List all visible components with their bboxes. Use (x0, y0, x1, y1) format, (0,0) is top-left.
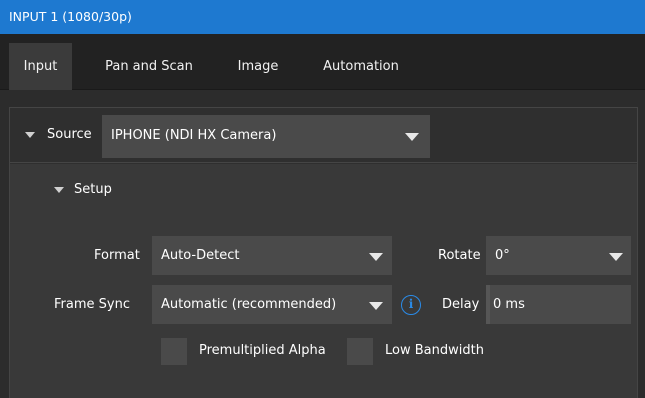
frame-sync-dropdown[interactable]: Automatic (recommended) (152, 285, 392, 324)
premultiplied-alpha-label: Premultiplied Alpha (199, 343, 326, 358)
format-label: Format (94, 248, 140, 263)
tab-bar: Input Pan and Scan Image Automation (0, 34, 645, 90)
format-value: Auto-Detect (161, 248, 240, 263)
tab-image[interactable]: Image (222, 43, 294, 90)
source-value: IPHONE (NDI HX Camera) (111, 128, 277, 143)
delay-input[interactable]: 0 ms (486, 285, 631, 324)
format-dropdown[interactable]: Auto-Detect (152, 236, 392, 275)
tab-automation[interactable]: Automation (306, 43, 416, 90)
input-config-window: INPUT 1 (1080/30p) Input Pan and Scan Im… (0, 0, 645, 398)
collapse-triangle-icon[interactable] (25, 132, 35, 138)
delay-value: 0 ms (493, 297, 525, 312)
delay-label: Delay (442, 297, 480, 312)
setup-label: Setup (74, 182, 112, 197)
chevron-down-icon (369, 302, 383, 310)
chevron-down-icon (405, 133, 419, 141)
chevron-down-icon (369, 253, 383, 261)
premultiplied-alpha-checkbox[interactable] (161, 338, 187, 365)
window-title: INPUT 1 (1080/30p) (0, 0, 645, 34)
low-bandwidth-checkbox[interactable] (347, 338, 373, 365)
rotate-label: Rotate (438, 248, 481, 263)
source-label: Source (47, 127, 92, 142)
input-panel: Source IPHONE (NDI HX Camera) Setup Form… (9, 107, 638, 398)
low-bandwidth-label: Low Bandwidth (385, 343, 484, 358)
source-dropdown[interactable]: IPHONE (NDI HX Camera) (102, 115, 430, 158)
collapse-triangle-icon[interactable] (54, 187, 64, 193)
tab-pan-and-scan[interactable]: Pan and Scan (88, 43, 210, 90)
rotate-value: 0° (495, 248, 510, 263)
info-icon[interactable]: i (401, 295, 421, 315)
tab-input[interactable]: Input (9, 43, 72, 90)
rotate-dropdown[interactable]: 0° (486, 236, 631, 275)
setup-section: Setup Format Auto-Detect Rotate 0° Frame… (10, 164, 637, 398)
frame-sync-label: Frame Sync (54, 297, 130, 312)
source-row: Source IPHONE (NDI HX Camera) (10, 108, 637, 163)
chevron-down-icon (609, 253, 623, 261)
frame-sync-value: Automatic (recommended) (161, 297, 337, 312)
